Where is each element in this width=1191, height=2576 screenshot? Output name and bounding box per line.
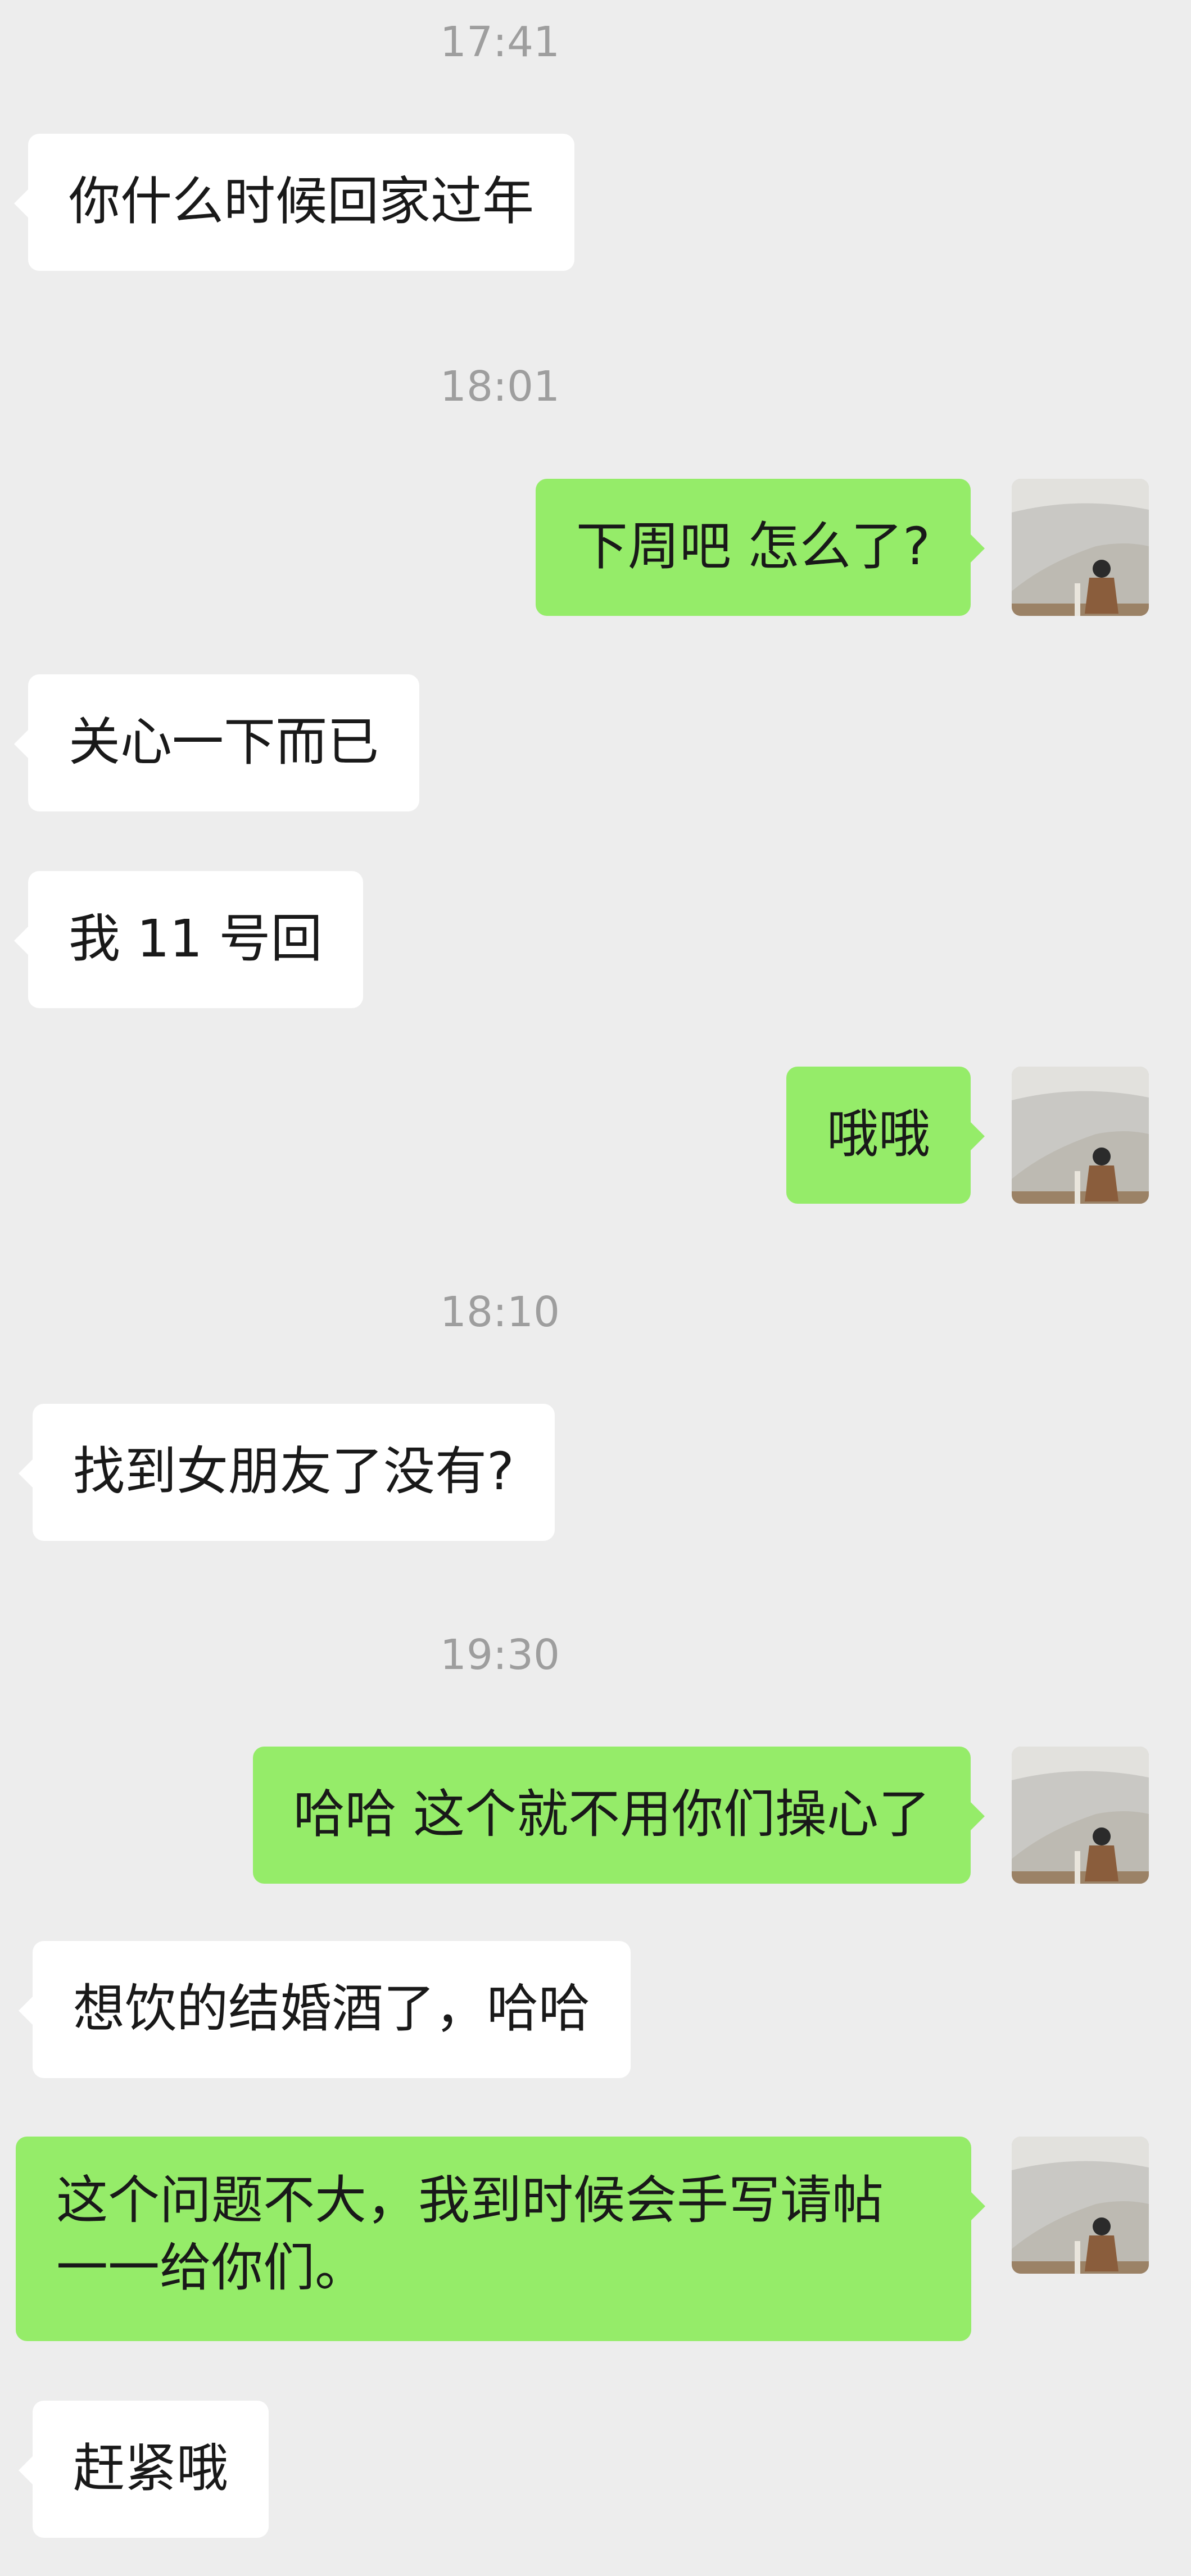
incoming-message[interactable]: 找到女朋友了没有?	[19, 1404, 555, 1541]
user-avatar-icon[interactable]	[1012, 2137, 1149, 2274]
timestamp: 17:41	[440, 18, 560, 66]
incoming-message[interactable]: 赶紧哦	[18, 2401, 269, 2538]
user-avatar-icon[interactable]	[1012, 1067, 1149, 1204]
incoming-message[interactable]: 想饮的结婚酒了，哈哈	[18, 1941, 631, 2078]
outgoing-message[interactable]: 这个问题不大，我到时候会手写请帖一一给你们。	[16, 2137, 985, 2341]
avatar-photo-icon	[1012, 2137, 1149, 2274]
timestamp: 18:10	[440, 1288, 560, 1336]
user-avatar-icon[interactable]	[1012, 479, 1149, 616]
timestamp: 18:01	[440, 362, 560, 411]
incoming-message[interactable]: 关心一下而已	[13, 674, 420, 811]
outgoing-message[interactable]: 下周吧 怎么了?	[535, 479, 985, 616]
user-avatar-icon[interactable]	[1012, 1747, 1149, 1884]
incoming-message[interactable]: 我 11 号回	[14, 871, 363, 1008]
avatar-photo-icon	[1012, 1747, 1149, 1884]
outgoing-message[interactable]: 哈哈 这个就不用你们操心了	[252, 1747, 985, 1884]
incoming-message[interactable]: 你什么时候回家过年	[13, 134, 575, 271]
avatar-photo-icon	[1012, 479, 1149, 616]
outgoing-message[interactable]: 哦哦	[786, 1067, 985, 1204]
timestamp: 19:30	[440, 1631, 560, 1679]
avatar-photo-icon	[1012, 1067, 1149, 1204]
